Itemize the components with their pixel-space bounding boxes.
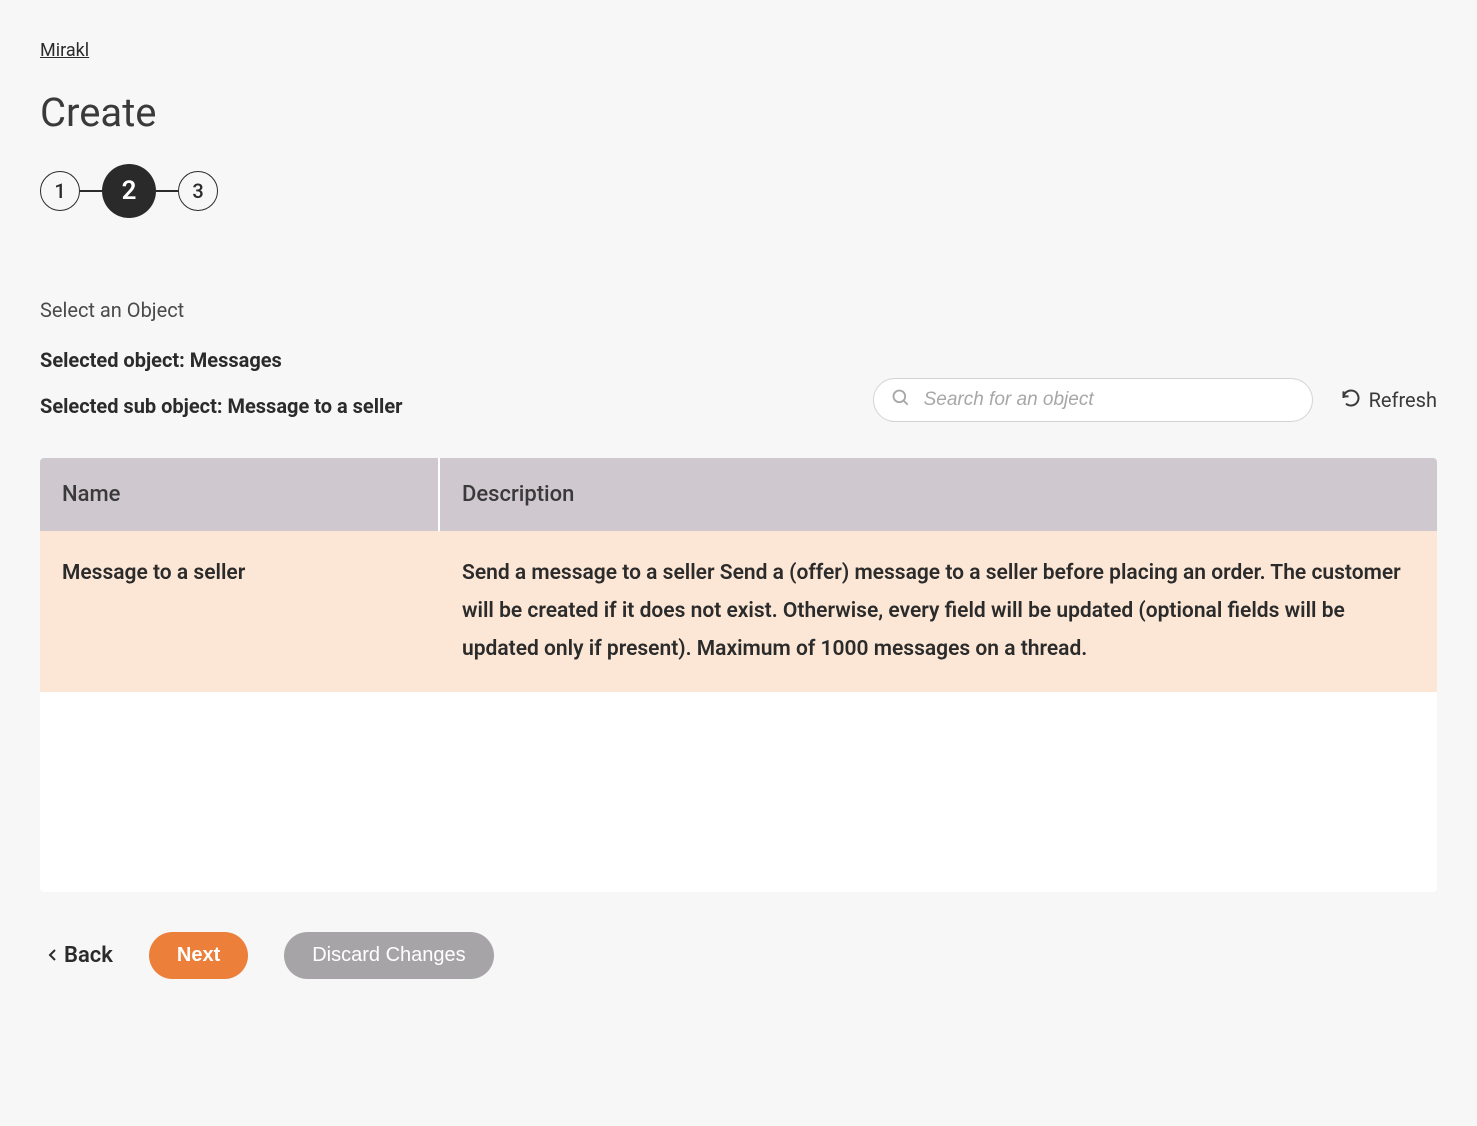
section-label: Select an Object — [40, 298, 1437, 322]
search-input[interactable] — [873, 378, 1313, 422]
footer-actions: Back Next Discard Changes — [40, 932, 1437, 979]
refresh-icon — [1341, 388, 1361, 413]
step-3[interactable]: 3 — [178, 171, 218, 211]
step-connector — [80, 190, 102, 192]
table-header-row: Name Description — [40, 458, 1437, 531]
refresh-button[interactable]: Refresh — [1341, 388, 1437, 413]
step-connector — [156, 190, 178, 192]
table-cell-name: Message to a seller — [40, 531, 440, 692]
table-header-description: Description — [440, 458, 1437, 531]
back-button[interactable]: Back — [48, 943, 113, 968]
table-empty-area — [40, 692, 1437, 892]
stepper: 1 2 3 — [40, 164, 1437, 218]
chevron-left-icon — [48, 943, 58, 968]
search-icon — [891, 388, 911, 412]
search-wrap — [873, 378, 1313, 422]
page-title: Create — [40, 89, 1437, 136]
object-table: Name Description Message to a seller Sen… — [40, 458, 1437, 892]
table-row[interactable]: Message to a seller Send a message to a … — [40, 531, 1437, 692]
discard-changes-button[interactable]: Discard Changes — [284, 932, 493, 979]
step-2[interactable]: 2 — [102, 164, 156, 218]
table-cell-description: Send a message to a seller Send a (offer… — [440, 531, 1437, 692]
table-header-name: Name — [40, 458, 440, 531]
selected-object-line: Selected object: Messages — [40, 348, 1437, 372]
breadcrumb-link[interactable]: Mirakl — [40, 40, 89, 61]
step-1[interactable]: 1 — [40, 171, 80, 211]
next-button[interactable]: Next — [149, 932, 248, 979]
refresh-label: Refresh — [1369, 388, 1437, 412]
back-label: Back — [64, 943, 113, 968]
